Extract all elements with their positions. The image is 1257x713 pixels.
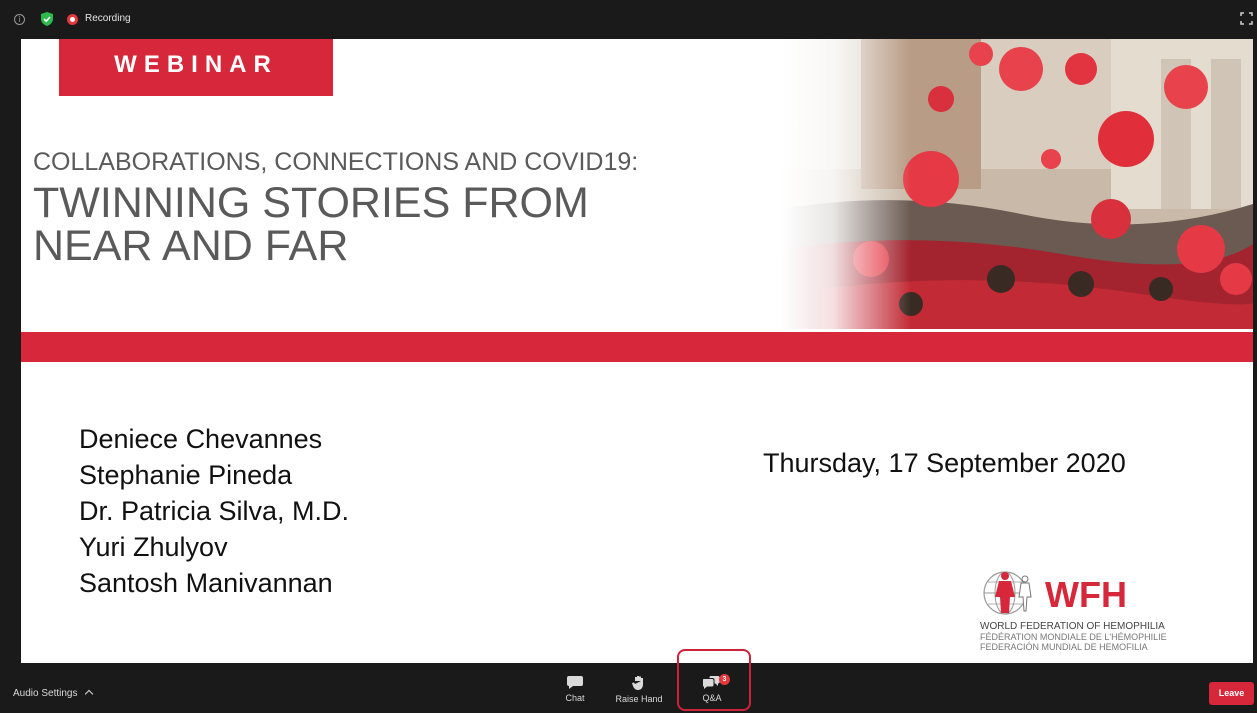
- speaker-name: Dr. Patricia Silva, M.D.: [79, 496, 350, 526]
- org-name-en: WORLD FEDERATION OF HEMOPHILIA: [980, 621, 1165, 632]
- shield-check-icon[interactable]: [41, 12, 53, 26]
- red-band: [21, 332, 1253, 362]
- slide-subtitle: COLLABORATIONS, CONNECTIONS AND COVID19:: [33, 148, 639, 176]
- webinar-banner: WEBINAR: [59, 39, 333, 96]
- raise-hand-button[interactable]: Raise Hand: [611, 673, 667, 713]
- record-icon: [67, 14, 78, 25]
- shared-slide: WEBINAR COLLABORATIONS, CONNECTIONS AND …: [21, 39, 1253, 663]
- audio-settings-button[interactable]: Audio Settings: [13, 688, 93, 699]
- chat-button[interactable]: Chat: [555, 673, 595, 713]
- meeting-toolbar: Audio Settings Chat Raise Hand 3 Q&A: [0, 665, 1257, 713]
- qa-highlight-box: [677, 649, 751, 711]
- speaker-list: Deniece Chevannes Stephanie Pineda Dr. P…: [79, 421, 349, 601]
- raise-hand-icon: [632, 676, 643, 690]
- speaker-name: Deniece Chevannes: [79, 424, 323, 454]
- speaker-name: Yuri Zhulyov: [79, 532, 228, 562]
- slide-title-line: TWINNING STORIES FROM: [33, 179, 589, 227]
- slide-title: TWINNING STORIES FROM NEAR AND FAR: [33, 182, 589, 268]
- event-date: Thursday, 17 September 2020: [763, 448, 1126, 478]
- speaker-name: Stephanie Pineda: [79, 460, 293, 490]
- photo-fade: [781, 39, 911, 329]
- audio-settings-label: Audio Settings: [13, 688, 78, 699]
- crowd-photo: [781, 39, 1253, 329]
- org-name-es: FEDERACIÓN MUNDIAL DE HEMOFILIA: [980, 642, 1148, 652]
- chat-bubble-icon: [567, 676, 583, 689]
- slide-title-line: NEAR AND FAR: [33, 222, 349, 270]
- chat-label: Chat: [565, 693, 585, 703]
- info-icon[interactable]: i: [14, 14, 25, 25]
- chevron-up-icon: [84, 689, 93, 699]
- recording-label: Recording: [85, 13, 131, 24]
- fullscreen-icon[interactable]: [1240, 12, 1253, 25]
- raise-hand-label: Raise Hand: [615, 694, 663, 704]
- speaker-name: Santosh Manivannan: [79, 568, 333, 598]
- wfh-globe-logo-icon: [983, 571, 1032, 615]
- leave-button[interactable]: Leave: [1209, 682, 1254, 705]
- meeting-top-bar: i Recording: [0, 0, 1257, 38]
- org-name-fr: FÉDÉRATION MONDIALE DE L'HÉMOPHILIE: [980, 632, 1167, 642]
- wfh-wordmark: WFH: [1045, 574, 1127, 615]
- wfh-org-names: WORLD FEDERATION OF HEMOPHILIA FÉDÉRATIO…: [980, 621, 1167, 653]
